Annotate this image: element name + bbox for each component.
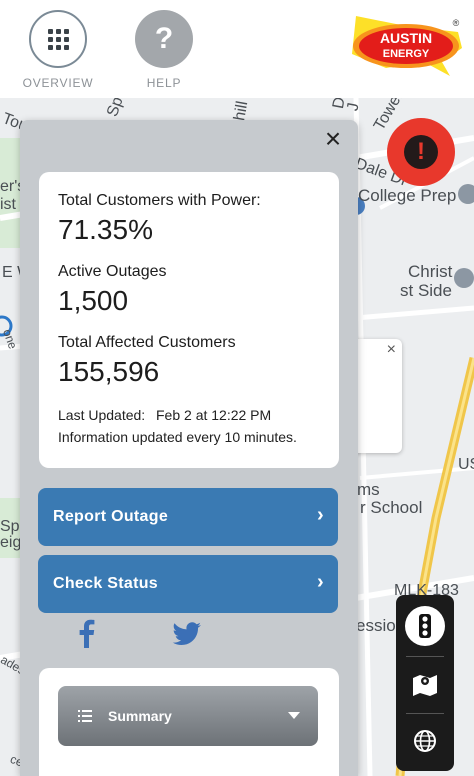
active-outages-value: 1,500 <box>58 285 129 316</box>
list-icon <box>78 710 92 722</box>
question-mark-icon: ? <box>135 10 193 68</box>
active-outages-label: Active Outages <box>58 263 167 280</box>
traffic-light-layer-button[interactable] <box>396 597 454 655</box>
help-button[interactable]: ? HELP <box>119 10 209 90</box>
globe-layer-button[interactable] <box>396 712 454 770</box>
logo-line1: AUSTIN <box>380 30 432 46</box>
chevron-right-icon: › <box>317 571 324 593</box>
outage-stats-card: Total Customers with Power: 71.35% Activ… <box>39 172 339 468</box>
map-layer-button[interactable] <box>396 655 454 713</box>
austin-energy-logo: AUSTIN ENERGY ® <box>352 16 462 76</box>
map-label: US <box>458 456 474 473</box>
map-label: st Side <box>400 281 452 300</box>
overview-label: OVERVIEW <box>22 76 94 90</box>
customers-with-power-value: 71.35% <box>58 214 153 245</box>
facebook-icon[interactable] <box>78 618 96 648</box>
overview-button[interactable]: OVERVIEW <box>13 10 103 90</box>
app-header: OVERVIEW ? HELP AUSTIN ENERGY ® <box>0 0 474 98</box>
summary-dropdown[interactable]: Summary <box>58 686 318 746</box>
overview-panel: × Total Customers with Power: 71.35% Act… <box>20 120 358 776</box>
logo-line2: ENERGY <box>383 48 430 60</box>
help-label: HELP <box>146 76 182 90</box>
exclamation-icon: ! <box>404 135 438 169</box>
logo-trademark: ® <box>453 18 460 28</box>
update-frequency-note: Information updated every 10 minutes. <box>58 429 297 445</box>
customers-with-power-label: Total Customers with Power: <box>58 192 261 209</box>
last-updated-label: Last Updated: <box>58 407 146 423</box>
report-outage-label: Report Outage <box>53 508 169 525</box>
map-label: ms <box>357 480 380 499</box>
alert-button[interactable]: ! <box>387 118 455 186</box>
traffic-light-icon <box>419 614 431 638</box>
check-status-button[interactable]: Check Status › <box>38 555 338 613</box>
map-label: hill <box>231 99 252 123</box>
map-label: Christ <box>408 262 453 281</box>
globe-icon <box>414 730 436 752</box>
map-label: r School <box>360 498 423 517</box>
map-label: ist <box>0 196 16 213</box>
report-outage-button[interactable]: Report Outage › <box>38 488 338 546</box>
chevron-right-icon: › <box>317 504 324 526</box>
summary-card: Summary <box>39 668 339 776</box>
caret-down-icon <box>288 712 300 719</box>
popup-close-button[interactable]: × <box>387 341 396 359</box>
map-layer-toolbar <box>396 595 454 771</box>
affected-customers-value: 155,596 <box>58 356 160 387</box>
map-label: College Prep <box>358 186 457 205</box>
close-panel-button[interactable]: × <box>318 123 348 154</box>
summary-label: Summary <box>108 708 172 724</box>
last-updated-value: Feb 2 at 12:22 PM <box>156 407 272 423</box>
twitter-icon[interactable] <box>172 622 202 646</box>
grid-icon <box>29 10 87 68</box>
map-label: essio <box>356 616 396 635</box>
map-icon <box>413 675 437 696</box>
check-status-label: Check Status <box>53 575 158 592</box>
affected-customers-label: Total Affected Customers <box>58 334 236 351</box>
